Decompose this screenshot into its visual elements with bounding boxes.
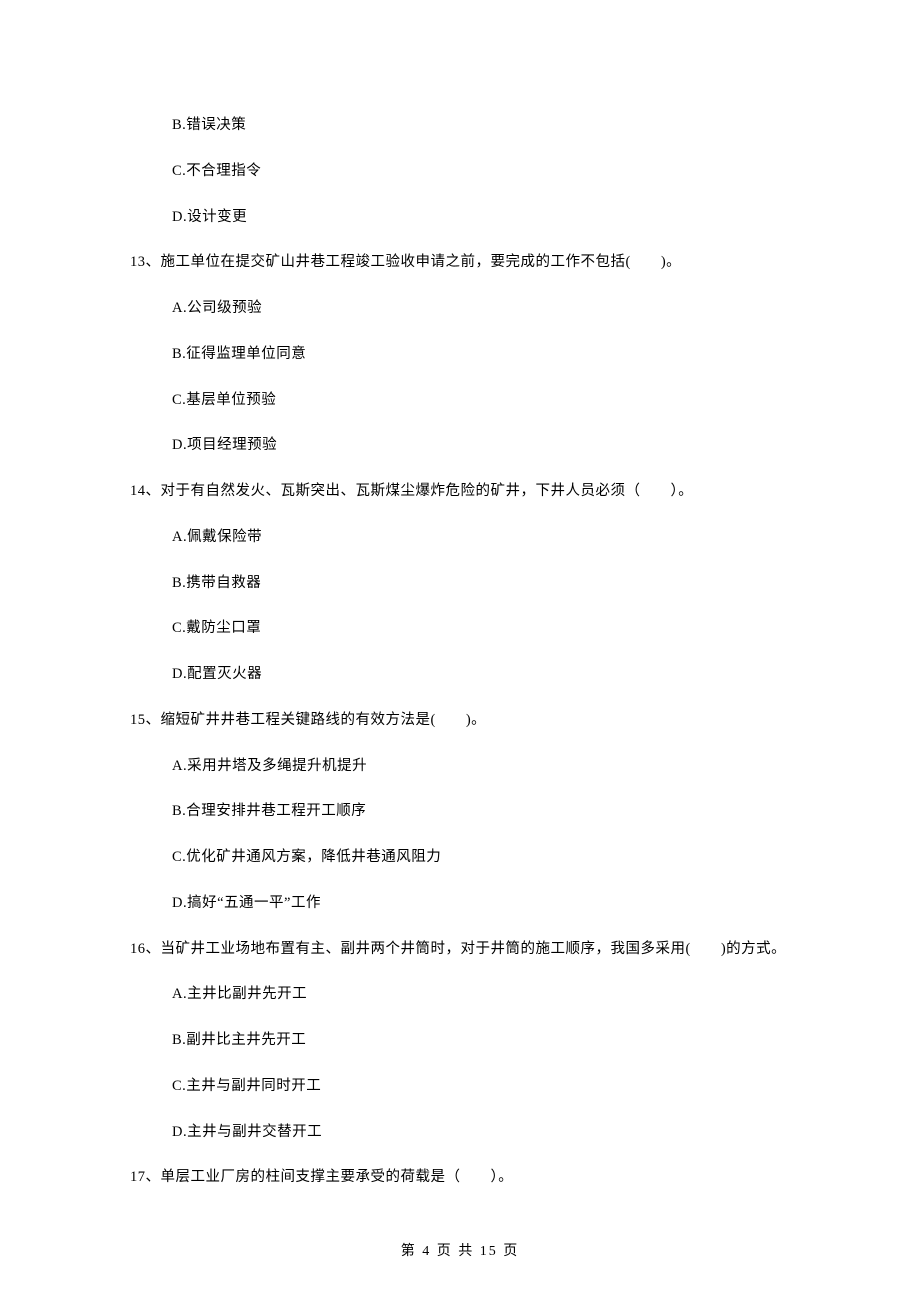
question-stem: 17、单层工业厂房的柱间支撑主要承受的荷载是（ ）。 <box>130 1167 790 1189</box>
option-text: C.戴防尘口罩 <box>172 618 790 640</box>
option-text: A.采用井塔及多绳提升机提升 <box>172 756 790 778</box>
option-text: B.合理安排井巷工程开工顺序 <box>172 801 790 823</box>
option-text: C.主井与副井同时开工 <box>172 1076 790 1098</box>
option-text: C.不合理指令 <box>172 161 790 183</box>
option-text: B.携带自救器 <box>172 573 790 595</box>
question-stem: 15、缩短矿井井巷工程关键路线的有效方法是( )。 <box>130 710 790 732</box>
option-text: D.设计变更 <box>172 207 790 229</box>
option-text: C.基层单位预验 <box>172 390 790 412</box>
question-stem: 14、对于有自然发火、瓦斯突出、瓦斯煤尘爆炸危险的矿井，下井人员必须（ ）。 <box>130 481 790 503</box>
option-text: B.征得监理单位同意 <box>172 344 790 366</box>
option-text: A.主井比副井先开工 <box>172 984 790 1006</box>
question-stem: 16、当矿井工业场地布置有主、副井两个井筒时，对于井筒的施工顺序，我国多采用( … <box>130 939 790 961</box>
option-text: C.优化矿井通风方案，降低井巷通风阻力 <box>172 847 790 869</box>
page-footer: 第 4 页 共 15 页 <box>0 1240 920 1260</box>
question-stem: 13、施工单位在提交矿山井巷工程竣工验收申请之前，要完成的工作不包括( )。 <box>130 252 790 274</box>
option-text: A.佩戴保险带 <box>172 527 790 549</box>
option-text: D.配置灭火器 <box>172 664 790 686</box>
option-text: A.公司级预验 <box>172 298 790 320</box>
option-text: D.主井与副井交替开工 <box>172 1122 790 1144</box>
option-text: D.项目经理预验 <box>172 435 790 457</box>
option-text: B.错误决策 <box>172 115 790 137</box>
option-text: B.副井比主井先开工 <box>172 1030 790 1052</box>
option-text: D.搞好“五通一平”工作 <box>172 893 790 915</box>
page-content: B.错误决策 C.不合理指令 D.设计变更 13、施工单位在提交矿山井巷工程竣工… <box>0 0 920 1189</box>
